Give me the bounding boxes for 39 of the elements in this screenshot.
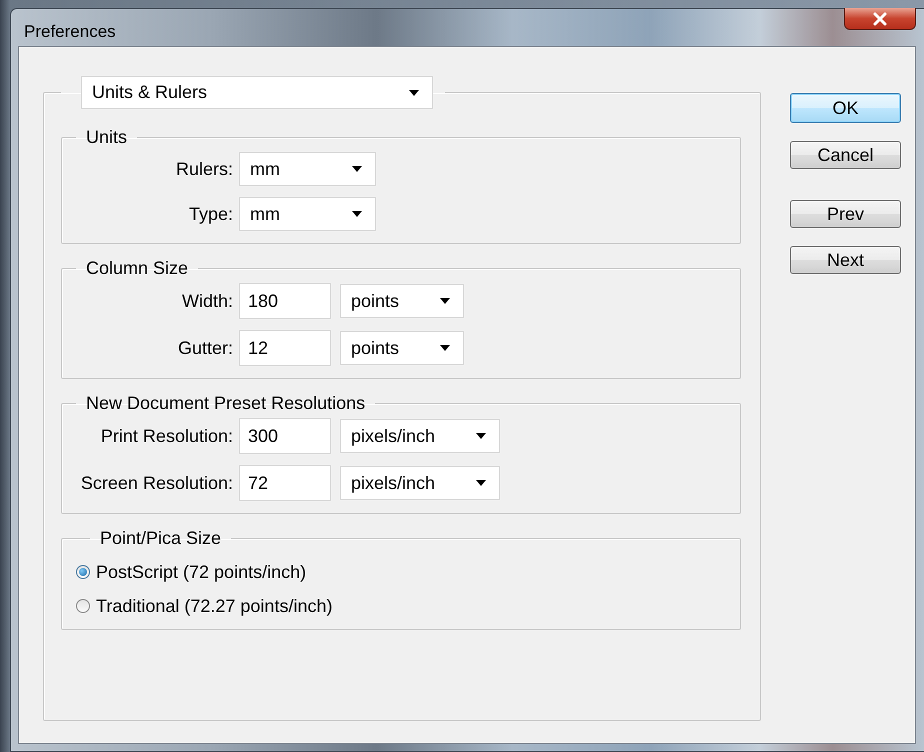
window-title: Preferences — [24, 22, 116, 42]
category-dropdown[interactable]: Units & Rulers — [81, 76, 433, 109]
unit-dropdown[interactable]: mm — [239, 197, 376, 231]
input-field[interactable]: 180 — [239, 283, 331, 319]
input-field[interactable]: 12 — [239, 330, 331, 366]
dialog-button[interactable]: Cancel — [790, 141, 901, 169]
field-label: Width: — [180, 290, 233, 312]
caret-icon — [475, 432, 487, 440]
close-icon — [872, 12, 888, 26]
field-label: Print Resolution: — [100, 426, 233, 446]
radio-button[interactable] — [76, 599, 90, 613]
radio-option[interactable]: Traditional (72.27 points/inch) — [76, 589, 740, 623]
field-label: Rulers: — [174, 158, 233, 180]
unit-dropdown[interactable]: mm — [239, 152, 376, 186]
close-button[interactable] — [844, 8, 916, 30]
caret-icon — [439, 297, 451, 305]
group-title: Column Size — [86, 258, 188, 278]
unit-dropdown[interactable]: pixels/inch — [340, 466, 500, 500]
group-title: Point/Pica Size — [100, 528, 222, 548]
group-title: New Document Preset Resolutions — [86, 393, 366, 413]
field-label: Gutter: — [176, 338, 233, 358]
field-label: Screen Resolution: — [80, 472, 233, 494]
unit-dropdown[interactable]: points — [340, 284, 464, 318]
caret-icon — [351, 210, 363, 218]
unit-dropdown[interactable]: pixels/inch — [340, 419, 500, 453]
caret-icon — [351, 165, 363, 173]
caret-icon — [439, 344, 451, 352]
group-title: Units — [86, 127, 128, 147]
caret-icon — [475, 479, 487, 487]
dialog-button[interactable]: Prev — [790, 200, 901, 228]
radio-button[interactable] — [76, 565, 90, 579]
field-label: Type: — [188, 204, 233, 224]
input-field[interactable]: 72 — [239, 465, 331, 501]
input-field[interactable]: 300 — [239, 418, 331, 454]
dialog-button[interactable]: OK — [790, 93, 901, 123]
radio-option[interactable]: PostScript (72 points/inch) — [76, 555, 740, 589]
unit-dropdown[interactable]: points — [340, 331, 464, 365]
caret-icon — [408, 88, 420, 96]
dialog-button[interactable]: Next — [790, 246, 901, 274]
